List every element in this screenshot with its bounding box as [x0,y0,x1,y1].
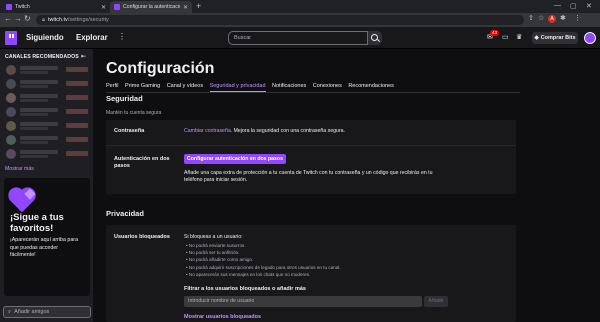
nav-explore[interactable]: Explorar [76,33,108,42]
minimize-icon[interactable]: — [554,2,561,9]
recommended-channel[interactable] [4,106,90,119]
show-more-link[interactable]: Mostrar más [5,166,34,172]
tab-profile[interactable]: Perfil [106,83,119,91]
browser-tab-twitch[interactable]: Twitch ✕ [2,1,110,13]
collapse-sidebar-icon[interactable]: ⇤ [81,53,86,60]
add-friends-input[interactable]: ⌕ Añadir amigos [3,306,91,318]
tab-prime-gaming[interactable]: Prime Gaming [125,83,160,91]
avatar [6,107,16,117]
search-input[interactable]: Buscar [228,31,368,45]
share-icon[interactable]: ⇪ [528,14,534,22]
setup-2fa-button[interactable]: Configurar autenticación en dos pasos [184,154,286,164]
password-row-text: Cambiar contraseña. Mejora la seguridad … [184,128,345,135]
close-window-icon[interactable]: ✕ [586,2,592,10]
recommended-channel[interactable] [4,134,90,147]
crown-icon[interactable]: ♛ [516,33,522,41]
buy-bits-label: Comprar Bits [540,35,576,41]
twitch-favicon-icon [114,4,120,10]
recommended-channel[interactable] [4,78,90,91]
list-item: No podrá enviarte susurros. [186,242,341,249]
browser-tab-label: Configurar la autenticación en d... [123,4,180,10]
more-options-icon[interactable]: ⋮ [118,32,126,41]
recommended-channel[interactable] [4,148,90,161]
search-icon: ⌕ [8,308,12,315]
forward-icon[interactable]: → [14,14,22,23]
row-divider [106,145,516,146]
url-path: /settings/security [67,17,109,23]
twofa-label: Autenticación en dos pasos [114,156,170,169]
blocked-user-input[interactable]: Introducir nombre de usuario [184,296,422,307]
avatar [6,121,16,131]
list-item: No podrá adquirir suscripciones de legad… [186,264,341,271]
password-hint: Mejora la seguridad con una contraseña s… [232,128,345,134]
user-avatar[interactable] [584,32,596,44]
settings-tabs: Perfil Prime Gaming Canal y vídeos Segur… [106,83,394,92]
tab-channel-videos[interactable]: Canal y vídeos [167,83,203,91]
recommended-channel[interactable] [4,64,90,77]
sidebar-title: CANALES RECOMENDADOS [5,54,79,60]
list-item: No aparecerán sus mensajes en los chats … [186,271,341,278]
tab-recommendations[interactable]: Recomendaciones [348,83,394,91]
avatar [6,93,16,103]
blocked-intro: Si bloqueas a un usuario: [184,234,243,240]
add-blocked-button[interactable]: Añadir [424,296,448,307]
avatar [6,135,16,145]
extensions-icon[interactable]: ✱ [560,14,566,22]
tabs-divider [106,92,520,93]
add-friends-placeholder: Añadir amigos [14,309,50,315]
list-item: No podrá añadirte como amigo. [186,256,341,263]
avatar [6,65,16,75]
recommended-channel[interactable] [4,92,90,105]
security-section-title: Seguridad [106,94,143,103]
search-icon[interactable] [368,31,382,45]
reload-icon[interactable]: ↻ [24,14,31,23]
bits-icon: ◆ [534,35,539,41]
browser-tab-settings[interactable]: Configurar la autenticación en d... ✕ [110,1,192,13]
security-section-subtitle: Mantén tu cuenta segura [106,110,162,116]
url-host: twitch.tv [47,17,68,23]
profile-avatar[interactable]: A [548,15,556,23]
twitch-logo-icon[interactable] [5,31,17,45]
notifications-badge: 43 [490,30,500,36]
whispers-icon[interactable]: ▭ [502,33,509,41]
promo-text: ¡Aparecerán aquí arriba para que puedas … [10,237,79,258]
tab-security-privacy[interactable]: Seguridad y privacidad [209,83,266,92]
password-label: Contraseña [114,128,145,134]
nav-following[interactable]: Siguiendo [26,33,64,42]
list-item: No podrá ser tu anfitrión. [186,249,341,256]
twofa-description: Añade una capa extra de protección a tu … [184,170,433,183]
chrome-menu-icon[interactable]: ⋮ [574,14,581,22]
privacy-section-title: Privacidad [106,209,144,218]
tab-notifications[interactable]: Notificaciones [272,83,306,91]
new-tab-icon[interactable]: + [196,1,201,11]
browser-tab-label: Twitch [15,4,30,10]
avatar [6,79,16,89]
promo-title: ¡Sigue a tus favoritos! [10,212,64,234]
tab-connections[interactable]: Conexiones [313,83,342,91]
page-title: Configuración [106,60,215,77]
bookmark-star-icon[interactable]: ☆ [538,14,544,22]
back-icon[interactable]: ← [4,14,12,23]
address-bar[interactable]: 🔒︎ twitch.tv/settings/security [36,15,524,25]
buy-bits-button[interactable]: ◆ Comprar Bits [532,32,578,44]
recommended-channel[interactable] [4,120,90,133]
avatar [6,149,16,159]
show-blocked-users-link[interactable]: Mostrar usuarios bloqueados [184,314,261,320]
blocked-users-label: Usuarios bloqueados [114,234,170,240]
twitch-favicon-icon [6,4,12,10]
main-scrollbar[interactable] [595,50,598,320]
lock-icon: 🔒︎ [42,16,45,23]
close-tab-icon[interactable]: ✕ [101,4,106,11]
change-password-link[interactable]: Cambiar contraseña. [184,128,232,134]
maximize-icon[interactable]: ▢ [570,2,577,10]
close-tab-icon[interactable]: ✕ [183,4,188,11]
filter-label: Filtrar a los usuarios bloqueados o añad… [184,286,306,292]
blocked-effects-list: No podrá enviarte susurros. No podrá ser… [186,242,341,278]
